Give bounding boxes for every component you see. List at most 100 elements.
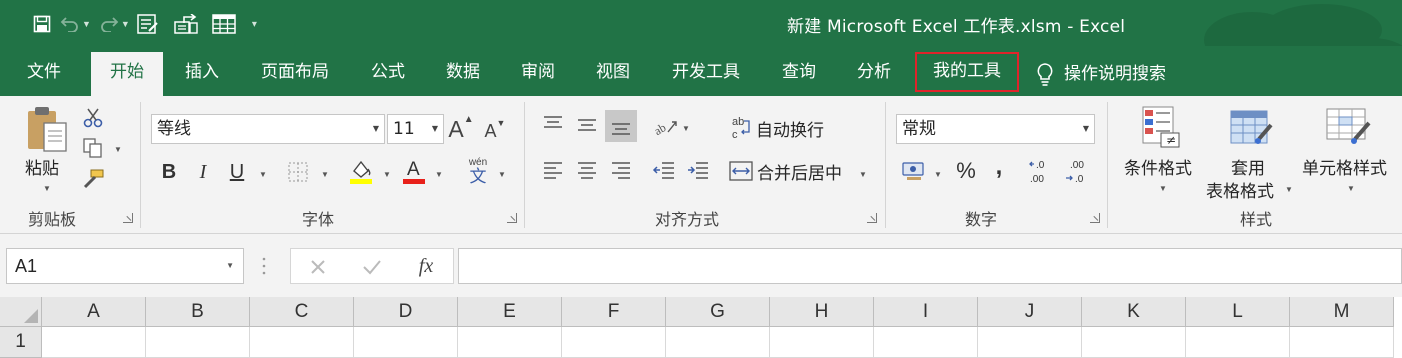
tab-home[interactable]: 开始 — [91, 52, 163, 96]
redo-icon[interactable] — [95, 10, 123, 38]
cell-b1[interactable] — [146, 327, 250, 358]
orientation-dropdown-icon[interactable]: ▼ — [682, 124, 690, 133]
font-launcher-icon[interactable] — [507, 213, 517, 223]
tab-view[interactable]: 视图 — [583, 52, 643, 96]
cell-d1[interactable] — [354, 327, 458, 358]
cell-styles-dropdown-icon[interactable]: ▼ — [1347, 184, 1355, 193]
column-header-g[interactable]: G — [666, 297, 770, 327]
underline-button[interactable]: U — [224, 157, 250, 187]
merge-center-label[interactable]: 合并后居中 — [757, 159, 842, 184]
cell-c1[interactable] — [250, 327, 354, 358]
number-format-dropdown-icon[interactable]: ▼ — [1083, 115, 1089, 143]
column-header-k[interactable]: K — [1082, 297, 1186, 327]
wrap-text-label[interactable]: 自动换行 — [756, 116, 824, 141]
fill-color-icon[interactable] — [346, 156, 376, 186]
font-name-combo[interactable]: 等线 ▼ — [151, 114, 385, 144]
splitter-handle-icon[interactable] — [262, 256, 266, 276]
column-header-h[interactable]: H — [770, 297, 874, 327]
fill-color-dropdown-icon[interactable]: ▼ — [383, 170, 391, 179]
column-header-f[interactable]: F — [562, 297, 666, 327]
column-header-a[interactable]: A — [42, 297, 146, 327]
format-as-table-icon[interactable] — [1228, 104, 1276, 150]
paste-dropdown-icon[interactable]: ▼ — [43, 184, 51, 193]
tab-data[interactable]: 数据 — [433, 52, 493, 96]
export-icon[interactable] — [172, 10, 200, 38]
column-header-d[interactable]: D — [354, 297, 458, 327]
cell-styles-icon[interactable] — [1324, 104, 1374, 150]
font-size-dropdown-icon[interactable]: ▼ — [432, 115, 438, 143]
cell-i1[interactable] — [874, 327, 978, 358]
tell-me-search[interactable]: 操作说明搜索 — [1036, 52, 1186, 96]
column-header-b[interactable]: B — [146, 297, 250, 327]
cancel-entry-icon[interactable] — [305, 255, 331, 279]
cell-j1[interactable] — [978, 327, 1082, 358]
cell-a1[interactable] — [42, 327, 146, 358]
align-bottom-icon[interactable] — [605, 110, 637, 142]
tab-query[interactable]: 查询 — [769, 52, 829, 96]
column-header-m[interactable]: M — [1290, 297, 1394, 327]
conditional-dropdown-icon[interactable]: ▼ — [1159, 184, 1167, 193]
column-header-l[interactable]: L — [1186, 297, 1290, 327]
customize-qat-icon[interactable]: ▾ — [252, 19, 257, 30]
font-size-combo[interactable]: 11 ▼ — [387, 114, 444, 144]
align-center-icon[interactable] — [573, 156, 601, 184]
name-box-dropdown-icon[interactable]: ▼ — [226, 249, 234, 283]
number-format-combo[interactable]: 常规 ▼ — [896, 114, 1095, 144]
borders-dropdown-icon[interactable]: ▼ — [321, 170, 329, 179]
underline-dropdown-icon[interactable]: ▼ — [259, 170, 267, 179]
name-box[interactable]: A1 ▼ — [6, 248, 244, 284]
align-right-icon[interactable] — [607, 156, 635, 184]
format-as-table-line2[interactable]: 表格格式 — [1206, 177, 1274, 202]
borders-icon[interactable] — [284, 158, 312, 186]
copy-icon[interactable] — [80, 136, 106, 160]
tab-page-layout[interactable]: 页面布局 — [250, 52, 340, 96]
italic-button[interactable]: I — [190, 157, 216, 187]
insert-function-button[interactable]: fx — [411, 253, 441, 279]
row-header[interactable]: 1 — [0, 327, 42, 358]
merge-dropdown-icon[interactable]: ▼ — [859, 170, 867, 179]
decrease-decimal-icon[interactable]: .00.0 — [1064, 158, 1094, 186]
cell-f1[interactable] — [562, 327, 666, 358]
enter-entry-icon[interactable] — [359, 255, 385, 279]
tab-insert[interactable]: 插入 — [172, 52, 232, 96]
conditional-formatting-icon[interactable]: ≠ — [1138, 104, 1184, 150]
orientation-icon[interactable]: ab — [652, 112, 680, 140]
decrease-indent-icon[interactable] — [650, 156, 678, 184]
increase-indent-icon[interactable] — [684, 156, 712, 184]
paste-icon[interactable] — [22, 104, 72, 156]
undo-icon[interactable] — [56, 10, 84, 38]
conditional-formatting-label[interactable]: 条件格式 — [1124, 154, 1192, 179]
font-color-dropdown-icon[interactable]: ▼ — [435, 170, 443, 179]
align-top-icon[interactable] — [539, 110, 567, 138]
cell-e1[interactable] — [458, 327, 562, 358]
wrap-text-icon[interactable]: ab c — [730, 114, 752, 142]
redo-dropdown-icon[interactable]: ▼ — [121, 19, 130, 29]
increase-decimal-icon[interactable]: .0.00 — [1028, 158, 1058, 186]
form-icon[interactable] — [134, 10, 162, 38]
cell-m1[interactable] — [1290, 327, 1394, 358]
column-header-e[interactable]: E — [458, 297, 562, 327]
table-icon[interactable] — [210, 10, 238, 38]
format-as-table-line1[interactable]: 套用 — [1231, 154, 1265, 179]
select-all-button[interactable] — [0, 297, 42, 327]
format-as-table-dropdown-icon[interactable]: ▼ — [1285, 185, 1293, 194]
save-icon[interactable] — [28, 10, 56, 38]
clipboard-launcher-icon[interactable] — [123, 213, 133, 223]
accounting-dropdown-icon[interactable]: ▼ — [934, 170, 942, 179]
phonetic-dropdown-icon[interactable]: ▼ — [498, 170, 506, 179]
align-left-icon[interactable] — [539, 156, 567, 184]
decrease-font-size-icon[interactable]: A ▼ — [484, 116, 506, 146]
phonetic-guide-icon[interactable]: wén 文 — [464, 154, 492, 188]
cell-styles-label[interactable]: 单元格样式 — [1302, 154, 1387, 179]
tab-analyze[interactable]: 分析 — [844, 52, 904, 96]
column-header-i[interactable]: I — [874, 297, 978, 327]
tab-developer[interactable]: 开发工具 — [660, 52, 752, 96]
font-name-dropdown-icon[interactable]: ▼ — [373, 115, 379, 143]
tab-review[interactable]: 审阅 — [508, 52, 568, 96]
cell-l1[interactable] — [1186, 327, 1290, 358]
cut-icon[interactable] — [80, 106, 106, 130]
cell-g1[interactable] — [666, 327, 770, 358]
percent-style-button[interactable]: % — [952, 156, 980, 186]
merge-center-icon[interactable] — [728, 158, 754, 184]
font-color-icon[interactable]: A — [400, 156, 428, 186]
